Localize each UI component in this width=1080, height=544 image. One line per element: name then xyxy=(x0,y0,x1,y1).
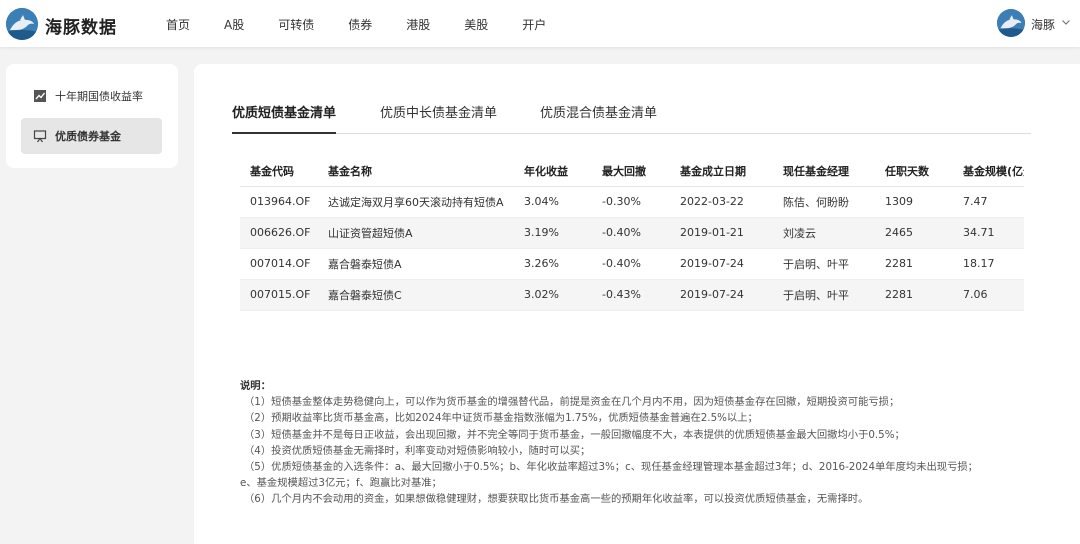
table-cell: 刘凌云 xyxy=(773,217,875,249)
table-cell: 3.26% xyxy=(514,248,592,280)
table-cell: 2019-07-24 xyxy=(670,248,773,280)
note-line: （3）短债基金并不是每日正收益，会出现回撤，并不完全等同于货币基金，一般回撤幅度… xyxy=(244,428,905,441)
line-chart-icon xyxy=(34,90,46,102)
table-cell: 2019-01-21 xyxy=(670,217,773,249)
table-cell: -0.40% xyxy=(592,248,670,280)
table-cell: 2465 xyxy=(875,217,953,249)
notes-section: 说明： （1）短债基金整体走势稳健向上，可以作为货币基金的增强替代品，前提是资金… xyxy=(240,378,1060,508)
column-header: 任职天数 xyxy=(875,156,953,187)
nav-item-hk-stocks[interactable]: 港股 xyxy=(406,16,430,33)
chevron-down-icon[interactable] xyxy=(1061,17,1071,27)
table-cell: 3.19% xyxy=(514,217,592,249)
nav-item-open-account[interactable]: 开户 xyxy=(522,16,546,33)
main-nav: 首页 A股 可转债 债券 港股 美股 开户 xyxy=(166,16,580,33)
avatar[interactable] xyxy=(997,9,1025,37)
tab-mid-long-term-bond-funds[interactable]: 优质中长债基金清单 xyxy=(380,102,497,133)
sidebar-item-treasury-yield[interactable]: 十年期国债收益率 xyxy=(21,78,162,114)
tab-bar: 优质短债基金清单 优质中长债基金清单 优质混合债基金清单 xyxy=(232,102,1031,134)
table-cell: 2019-07-24 xyxy=(670,279,773,311)
table-cell: 嘉合磐泰短债C xyxy=(318,279,514,311)
column-header: 基金成立日期 xyxy=(670,156,773,187)
table-cell: -0.30% xyxy=(592,186,670,218)
presentation-board-icon xyxy=(33,130,47,143)
nav-item-convertible-bonds[interactable]: 可转债 xyxy=(278,16,314,33)
note-line: e、基金规模超过3亿元；f、跑赢比对基准； xyxy=(240,477,442,490)
note-line: （1）短债基金整体走势稳健向上，可以作为货币基金的增强替代品，前提是资金在几个月… xyxy=(244,396,900,409)
note-line: （2）预期收益率比货币基金高，比如2024年中证货币基金指数涨幅为1.75%，优… xyxy=(244,412,758,425)
table-cell: 3.02% xyxy=(514,279,592,311)
nav-item-bonds[interactable]: 债券 xyxy=(348,16,372,33)
column-header: 最大回撤 xyxy=(592,156,670,187)
nav-item-us-stocks[interactable]: 美股 xyxy=(464,16,488,33)
table-cell: 006626.OF xyxy=(240,217,318,249)
table-cell: 山证资管超短债A xyxy=(318,217,514,249)
table-cell: 嘉合磐泰短债A xyxy=(318,248,514,280)
note-line: （5）优质短债基金的入选条件：a、最大回撤小于0.5%；b、年化收益率超过3%；… xyxy=(244,461,978,474)
table-cell: 7.47 xyxy=(953,186,1024,218)
sidebar-item-label: 十年期国债收益率 xyxy=(55,90,143,103)
table-cell: 2281 xyxy=(875,248,953,280)
tab-short-term-bond-funds[interactable]: 优质短债基金清单 xyxy=(232,102,337,134)
sidebar-item-label: 优质债券基金 xyxy=(55,130,121,143)
table-cell: 陈佶、何盼盼 xyxy=(773,186,875,218)
column-header: 现任基金经理 xyxy=(773,156,875,187)
nav-item-home[interactable]: 首页 xyxy=(166,16,190,33)
dolphin-logo-icon[interactable] xyxy=(6,8,38,40)
table-row[interactable]: 013964.OF 达诚定海双月享60天滚动持有短债A 3.04% -0.30%… xyxy=(240,186,1024,218)
table-cell: -0.40% xyxy=(592,217,670,249)
table-cell: 013964.OF xyxy=(240,186,318,218)
note-line: （4）投资优质短债基金无需择时，利率变动对短债影响较小，随时可以买； xyxy=(244,444,591,457)
fund-table: 基金代码 基金名称 年化收益 最大回撤 基金成立日期 现任基金经理 任职天数 基… xyxy=(240,156,1024,311)
column-header: 基金代码 xyxy=(240,156,318,187)
column-header: 基金名称 xyxy=(318,156,514,187)
sidebar-item-quality-bond-funds[interactable]: 优质债券基金 xyxy=(21,118,162,154)
table-row[interactable]: 007014.OF 嘉合磐泰短债A 3.26% -0.40% 2019-07-2… xyxy=(240,248,1024,280)
table-cell: 18.17 xyxy=(953,248,1024,280)
table-header-row: 基金代码 基金名称 年化收益 最大回撤 基金成立日期 现任基金经理 任职天数 基… xyxy=(240,156,1024,187)
table-cell: 于启明、叶平 xyxy=(773,248,875,280)
note-line: （6）几个月内不会动用的资金，如果想做稳健理财，想要获取比货币基金高一些的预期年… xyxy=(244,493,869,506)
table-cell: 007014.OF xyxy=(240,248,318,280)
main-panel: 优质短债基金清单 优质中长债基金清单 优质混合债基金清单 基金代码 基金名称 年… xyxy=(194,64,1080,544)
tab-hybrid-bond-funds[interactable]: 优质混合债基金清单 xyxy=(540,102,657,133)
table-cell: 7.06 xyxy=(953,279,1024,311)
table-cell: 达诚定海双月享60天滚动持有短债A xyxy=(318,186,514,218)
fund-table-container[interactable]: 基金代码 基金名称 年化收益 最大回撤 基金成立日期 现任基金经理 任职天数 基… xyxy=(240,156,1024,311)
top-header: 海豚数据 首页 A股 可转债 债券 港股 美股 开户 海豚 xyxy=(0,0,1080,47)
column-header: 年化收益 xyxy=(514,156,592,187)
table-cell: 3.04% xyxy=(514,186,592,218)
table-cell: 于启明、叶平 xyxy=(773,279,875,311)
table-cell: 2022-03-22 xyxy=(670,186,773,218)
table-row[interactable]: 007015.OF 嘉合磐泰短债C 3.02% -0.43% 2019-07-2… xyxy=(240,279,1024,311)
table-row[interactable]: 006626.OF 山证资管超短债A 3.19% -0.40% 2019-01-… xyxy=(240,217,1024,249)
column-header: 基金规模(亿元) xyxy=(953,156,1024,187)
table-cell: 34.71 xyxy=(953,217,1024,249)
table-cell: 2281 xyxy=(875,279,953,311)
brand-name[interactable]: 海豚数据 xyxy=(45,13,117,38)
sidebar: 十年期国债收益率 优质债券基金 xyxy=(6,64,178,168)
nav-item-a-shares[interactable]: A股 xyxy=(224,16,244,33)
table-cell: 1309 xyxy=(875,186,953,218)
table-cell: -0.43% xyxy=(592,279,670,311)
user-name[interactable]: 海豚 xyxy=(1031,16,1055,33)
notes-title: 说明： xyxy=(240,380,271,392)
table-cell: 007015.OF xyxy=(240,279,318,311)
